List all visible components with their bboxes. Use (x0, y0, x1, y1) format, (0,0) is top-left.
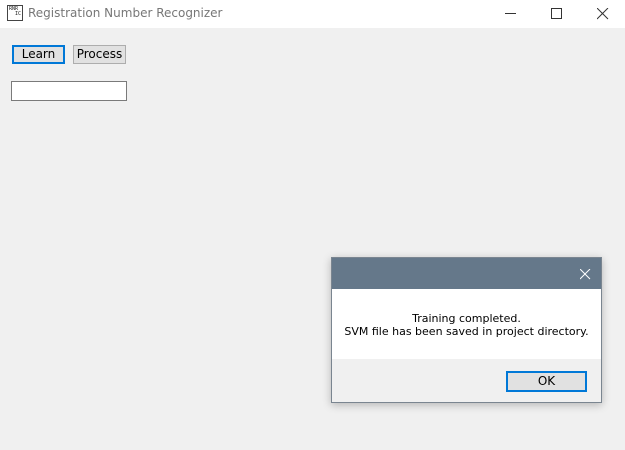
close-icon (580, 269, 591, 280)
close-icon (597, 8, 609, 20)
learn-button[interactable]: Learn (12, 45, 65, 64)
dialog-title-bar[interactable] (332, 258, 601, 289)
dialog-message-line1: Training completed. (412, 312, 521, 325)
dialog-message-line2: SVM file has been saved in project direc… (344, 325, 589, 338)
dialog-message: Training completed. SVM file has been sa… (332, 312, 601, 338)
main-window: RNR IC Registration Number Recognizer Le… (0, 0, 625, 450)
message-dialog: Training completed. SVM file has been sa… (331, 257, 602, 403)
dialog-close-button[interactable] (572, 261, 598, 287)
dialog-footer: OK (332, 359, 601, 402)
title-bar[interactable]: RNR IC Registration Number Recognizer (0, 0, 625, 28)
minimize-icon (505, 13, 516, 14)
text-input[interactable] (11, 81, 127, 101)
app-icon: RNR IC (7, 5, 23, 21)
minimize-button[interactable] (488, 0, 534, 28)
close-button[interactable] (580, 0, 625, 28)
maximize-button[interactable] (534, 0, 580, 28)
dialog-body: Training completed. SVM file has been sa… (332, 289, 601, 359)
window-title: Registration Number Recognizer (28, 6, 223, 20)
ok-button[interactable]: OK (506, 371, 587, 392)
app-icon-text-bottom: IC (15, 11, 22, 17)
maximize-icon (551, 8, 562, 19)
process-button[interactable]: Process (73, 45, 126, 64)
